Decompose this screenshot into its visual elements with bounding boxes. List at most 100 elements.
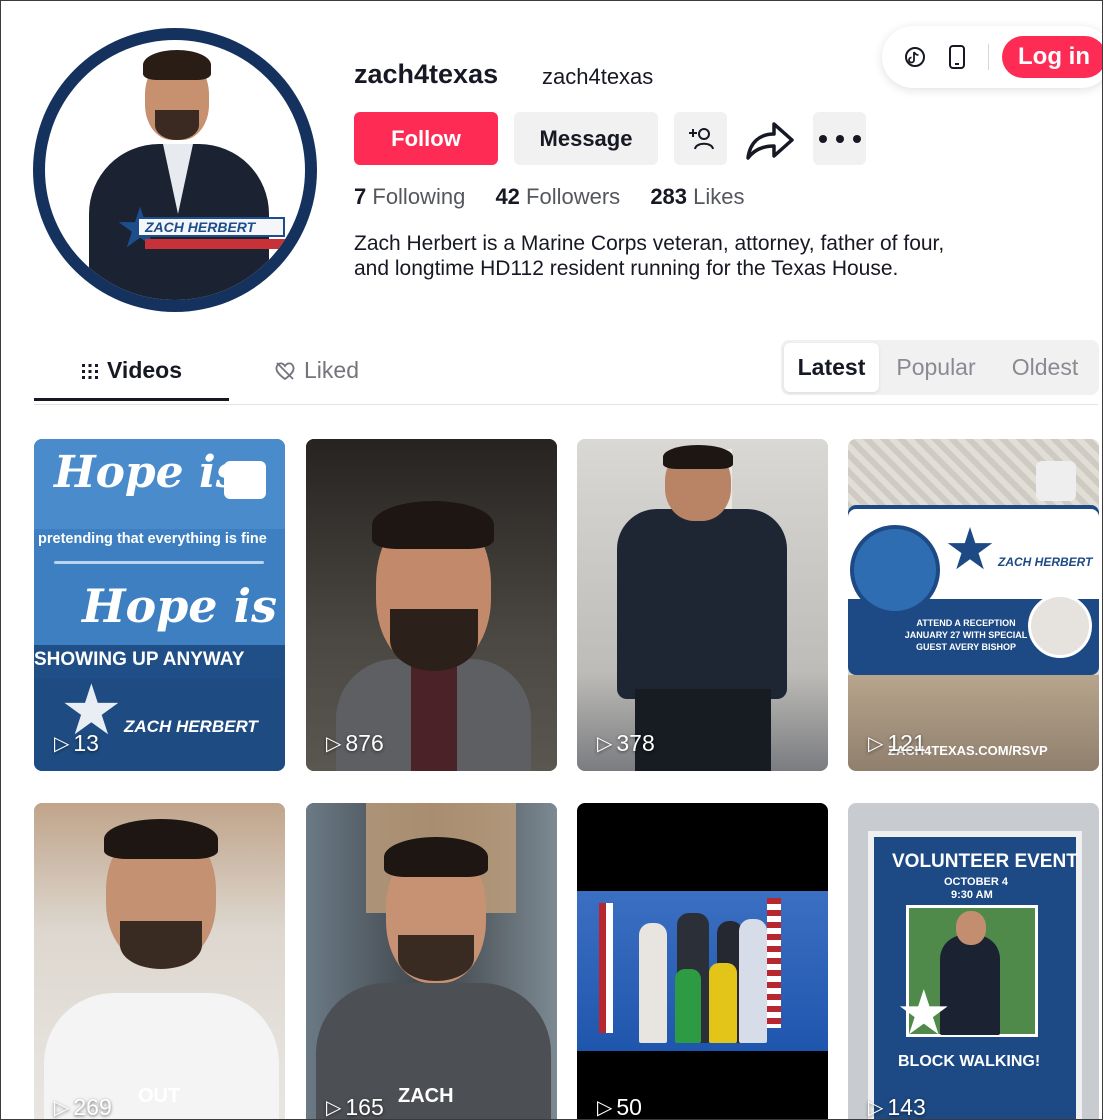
thumb-text: Hope is: [82, 579, 277, 633]
play-icon: ▷: [54, 733, 70, 755]
play-icon: ▷: [868, 1097, 884, 1119]
thumb-divider: [54, 561, 264, 564]
caption-text: OUT: [138, 1085, 181, 1107]
view-count: ▷ 269: [54, 1094, 112, 1120]
play-icon: ▷: [868, 733, 884, 755]
avatar-logo-stripe: [145, 239, 285, 249]
view-count-value: 50: [616, 1094, 642, 1120]
sort-control: Latest Popular Oldest: [781, 340, 1099, 395]
followers-stat[interactable]: 42 Followers: [495, 184, 620, 209]
following-label: Following: [372, 184, 466, 209]
avatar-hair: [143, 50, 211, 80]
add-friend-button[interactable]: [674, 112, 727, 165]
view-count: ▷ 143: [868, 1094, 926, 1119]
message-button[interactable]: Message: [514, 112, 658, 165]
flyer-title: VOLUNTEER EVENT: [892, 851, 1078, 872]
follow-button[interactable]: Follow: [354, 112, 498, 165]
following-count: 7: [354, 184, 367, 209]
thumb-text: Hope is: [54, 447, 241, 498]
thumb-text: SHOWING UP ANYWAY: [34, 649, 245, 670]
play-icon: ▷: [326, 1097, 342, 1119]
topbar-divider: [988, 44, 989, 70]
video-card[interactable]: VOLUNTEER EVENT OCTOBER 4 9:30 AM ★ BLOC…: [848, 803, 1099, 1119]
active-tab-indicator: [34, 398, 229, 401]
more-options-button[interactable]: [813, 112, 866, 165]
video-card[interactable]: OUT ▷ 269: [34, 803, 285, 1120]
view-count-value: 269: [73, 1094, 112, 1120]
caption-text: ZACH: [398, 1085, 454, 1107]
thumb-hair: [384, 837, 488, 877]
image-icon: [1036, 461, 1076, 501]
view-count: ▷ 50: [597, 1094, 642, 1120]
tab-videos[interactable]: Videos: [81, 357, 182, 384]
video-card[interactable]: ★ ZACH HERBERT ATTEND A RECEPTION JANUAR…: [848, 439, 1099, 771]
grid-icon: [82, 363, 98, 379]
video-card[interactable]: ▷ 876: [306, 439, 557, 771]
family-member: [709, 963, 737, 1043]
more-icon: [818, 134, 861, 143]
video-card[interactable]: ▷ 378: [577, 439, 828, 771]
profile-nickname: zach4texas: [542, 64, 654, 89]
family-member: [639, 923, 667, 1043]
share-icon: [745, 121, 794, 160]
flyer-time: 9:30 AM: [951, 889, 993, 901]
play-icon: ▷: [597, 733, 613, 755]
tab-liked-label: Liked: [304, 357, 359, 383]
texas-flag: [599, 903, 613, 1033]
avatar-logo: ★ ZACH HERBERT: [115, 200, 285, 256]
candidate-photo: [850, 525, 940, 615]
family-member: [675, 969, 701, 1043]
candidate-face: [956, 911, 986, 945]
avatar-logo-text: ZACH HERBERT: [137, 217, 285, 237]
video-card[interactable]: ZACH ▷ 165: [306, 803, 557, 1119]
followers-label: Followers: [526, 184, 621, 209]
image-icon: [224, 461, 266, 499]
sort-option-latest[interactable]: Latest: [784, 343, 879, 392]
likes-count: 283: [650, 184, 688, 209]
thumb-beard: [120, 921, 202, 969]
view-count: ▷ 121: [868, 730, 926, 757]
tab-videos-label: Videos: [107, 357, 182, 383]
tab-liked[interactable]: Liked: [274, 357, 359, 384]
view-count: ▷ 876: [326, 730, 384, 757]
following-stat[interactable]: 7 Following: [354, 184, 465, 209]
thumb-hair: [663, 445, 733, 469]
flyer-footer: BLOCK WALKING!: [898, 1053, 1041, 1070]
video-card[interactable]: ▷ 50: [577, 803, 828, 1120]
login-button[interactable]: Log in: [1002, 36, 1102, 78]
video-card[interactable]: Hope is pretending that everything is fi…: [34, 439, 285, 771]
flyer-event: ATTEND A RECEPTION JANUARY 27 WITH SPECI…: [904, 618, 1028, 652]
phone-icon[interactable]: [944, 44, 970, 70]
share-button[interactable]: [743, 112, 796, 165]
view-count: ▷ 165: [326, 1094, 384, 1119]
thumb-hair: [372, 501, 494, 549]
sort-option-oldest[interactable]: Oldest: [995, 340, 1095, 395]
thumb-text: ZACH HERBERT: [124, 717, 258, 736]
followers-count: 42: [495, 184, 520, 209]
hidden-heart-icon: [275, 361, 295, 380]
avatar-photo: ★ ZACH HERBERT: [45, 40, 305, 300]
texas-star-icon: ★: [896, 979, 952, 1048]
view-count: ▷ 378: [597, 730, 655, 757]
top-action-bar: Log in: [882, 26, 1102, 88]
play-icon: ▷: [326, 733, 342, 755]
add-user-icon: [688, 127, 714, 149]
likes-stat: 283 Likes: [650, 184, 744, 209]
family-member: [739, 919, 767, 1043]
thumb-text: pretending that everything is fine: [38, 531, 267, 547]
profile-avatar[interactable]: ★ ZACH HERBERT: [33, 28, 317, 312]
tiktok-icon[interactable]: [902, 44, 928, 70]
profile-username: zach4texas: [354, 59, 499, 89]
view-count-value: 876: [345, 730, 384, 756]
play-icon: ▷: [54, 1097, 70, 1119]
us-flag: [767, 898, 781, 1028]
view-count-value: 13: [73, 730, 99, 756]
sort-option-popular[interactable]: Popular: [885, 340, 987, 395]
thumb-beard: [390, 609, 478, 671]
profile-stats: 7 Following 42 Followers 283 Likes: [354, 184, 769, 210]
profile-bio: Zach Herbert is a Marine Corps veteran, …: [354, 231, 1074, 281]
thumb-shirt: [617, 509, 787, 699]
thumb-hair: [104, 819, 218, 859]
likes-label: Likes: [693, 184, 745, 209]
texas-star-icon: ★: [944, 517, 996, 582]
